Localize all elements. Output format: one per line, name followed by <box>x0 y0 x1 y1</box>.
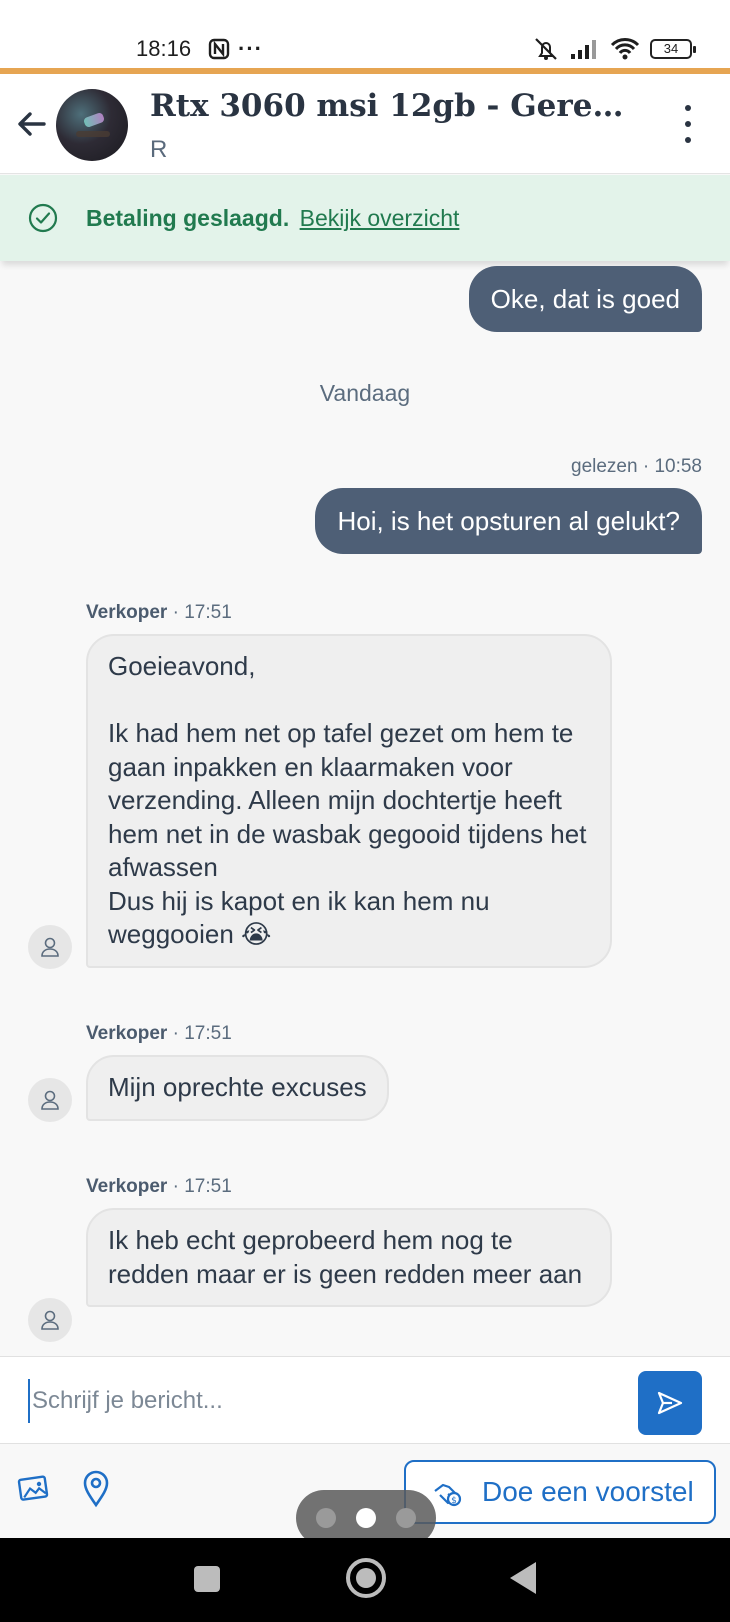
contact-initial: R <box>150 136 168 163</box>
page-dot <box>396 1508 416 1528</box>
svg-text:$: $ <box>451 1496 457 1506</box>
location-pin-icon[interactable] <box>80 1468 112 1508</box>
listing-thumbnail[interactable] <box>56 89 128 161</box>
incoming-message[interactable]: Mijn oprechte excuses <box>86 1055 389 1121</box>
signal-icon <box>571 40 596 59</box>
user-icon <box>41 937 59 957</box>
nfc-icon <box>208 38 230 60</box>
outgoing-message[interactable]: Hoi, is het opsturen al gelukt? <box>315 488 702 554</box>
check-circle-icon <box>28 203 58 233</box>
status-more-dots: ··· <box>238 36 263 61</box>
message-meta: Verkoper · 17:51 <box>86 602 232 624</box>
view-overview-link[interactable]: Bekijk overzicht <box>300 205 460 231</box>
message-time: · 17:51 <box>172 602 232 623</box>
money-offer-icon: $ <box>434 1483 462 1507</box>
more-vertical-icon <box>685 105 691 111</box>
read-receipt: gelezen · 10:58 <box>571 456 702 477</box>
page-dot-active <box>356 1508 376 1528</box>
message-text: Mijn oprechte excuses <box>108 1072 367 1102</box>
mute-bell-icon <box>535 38 557 60</box>
message-text: Ik heb echt geprobeerd hem nog te redden… <box>108 1225 583 1289</box>
message-composer <box>0 1356 730 1444</box>
more-options-button[interactable] <box>678 100 698 148</box>
conversation-header: Rtx 3060 msi 12gb - Gereserveerd R <box>0 74 730 174</box>
back-button[interactable] <box>12 104 52 144</box>
sender-avatar[interactable] <box>28 925 72 969</box>
message-text: Oke, dat is goed <box>490 283 680 314</box>
message-time: · 17:51 <box>172 1023 232 1044</box>
home-button[interactable] <box>346 1558 386 1598</box>
message-text: Hoi, is het opsturen al gelukt? <box>337 505 680 536</box>
send-icon <box>657 1391 683 1415</box>
sender-avatar[interactable] <box>28 1298 72 1342</box>
incoming-message[interactable]: Ik heb echt geprobeerd hem nog te redden… <box>86 1208 612 1307</box>
system-back-button[interactable] <box>510 1562 536 1594</box>
status-left-icons: ··· <box>208 36 263 62</box>
outgoing-message[interactable]: Oke, dat is goed <box>468 266 702 332</box>
back-arrow-icon <box>18 112 46 136</box>
message-time: · 17:51 <box>172 1176 232 1197</box>
status-right-icons: 34 <box>532 36 696 62</box>
payment-success-label: Betaling geslaagd. <box>86 205 290 231</box>
banner-text: Betaling geslaagd. Bekijk overzicht <box>86 205 459 232</box>
listing-title[interactable]: Rtx 3060 msi 12gb - Gereserveerd <box>150 88 630 124</box>
user-icon <box>41 1090 59 1110</box>
page-dot <box>316 1508 336 1528</box>
payment-banner: Betaling geslaagd. Bekijk overzicht <box>0 175 730 261</box>
message-meta: Verkoper · 17:51 <box>86 1176 232 1198</box>
incoming-message[interactable]: Goeieavond, Ik had hem net op tafel geze… <box>86 634 612 968</box>
status-bar: 18:16 ··· 34 <box>0 0 730 68</box>
make-offer-label: Doe een voorstel <box>482 1476 694 1507</box>
sender-name: Verkoper <box>86 1023 168 1044</box>
sender-name: Verkoper <box>86 1176 168 1197</box>
photo-icon[interactable] <box>16 1470 52 1506</box>
message-input[interactable] <box>28 1379 608 1423</box>
status-time: 18:16 <box>136 36 192 61</box>
sender-name: Verkoper <box>86 602 168 623</box>
message-meta: Verkoper · 17:51 <box>86 1023 232 1045</box>
day-separator: Vandaag <box>319 380 411 406</box>
sender-avatar[interactable] <box>28 1078 72 1122</box>
make-offer-button[interactable]: $ Doe een voorstel <box>404 1460 716 1524</box>
user-icon <box>41 1310 59 1330</box>
recent-apps-button[interactable] <box>194 1566 220 1592</box>
system-navigation-bar <box>0 1538 730 1622</box>
battery-indicator: 34 <box>650 39 696 59</box>
send-button[interactable] <box>638 1371 702 1435</box>
wifi-icon <box>610 38 640 60</box>
message-text: Goeieavond, Ik had hem net op tafel geze… <box>108 651 587 949</box>
